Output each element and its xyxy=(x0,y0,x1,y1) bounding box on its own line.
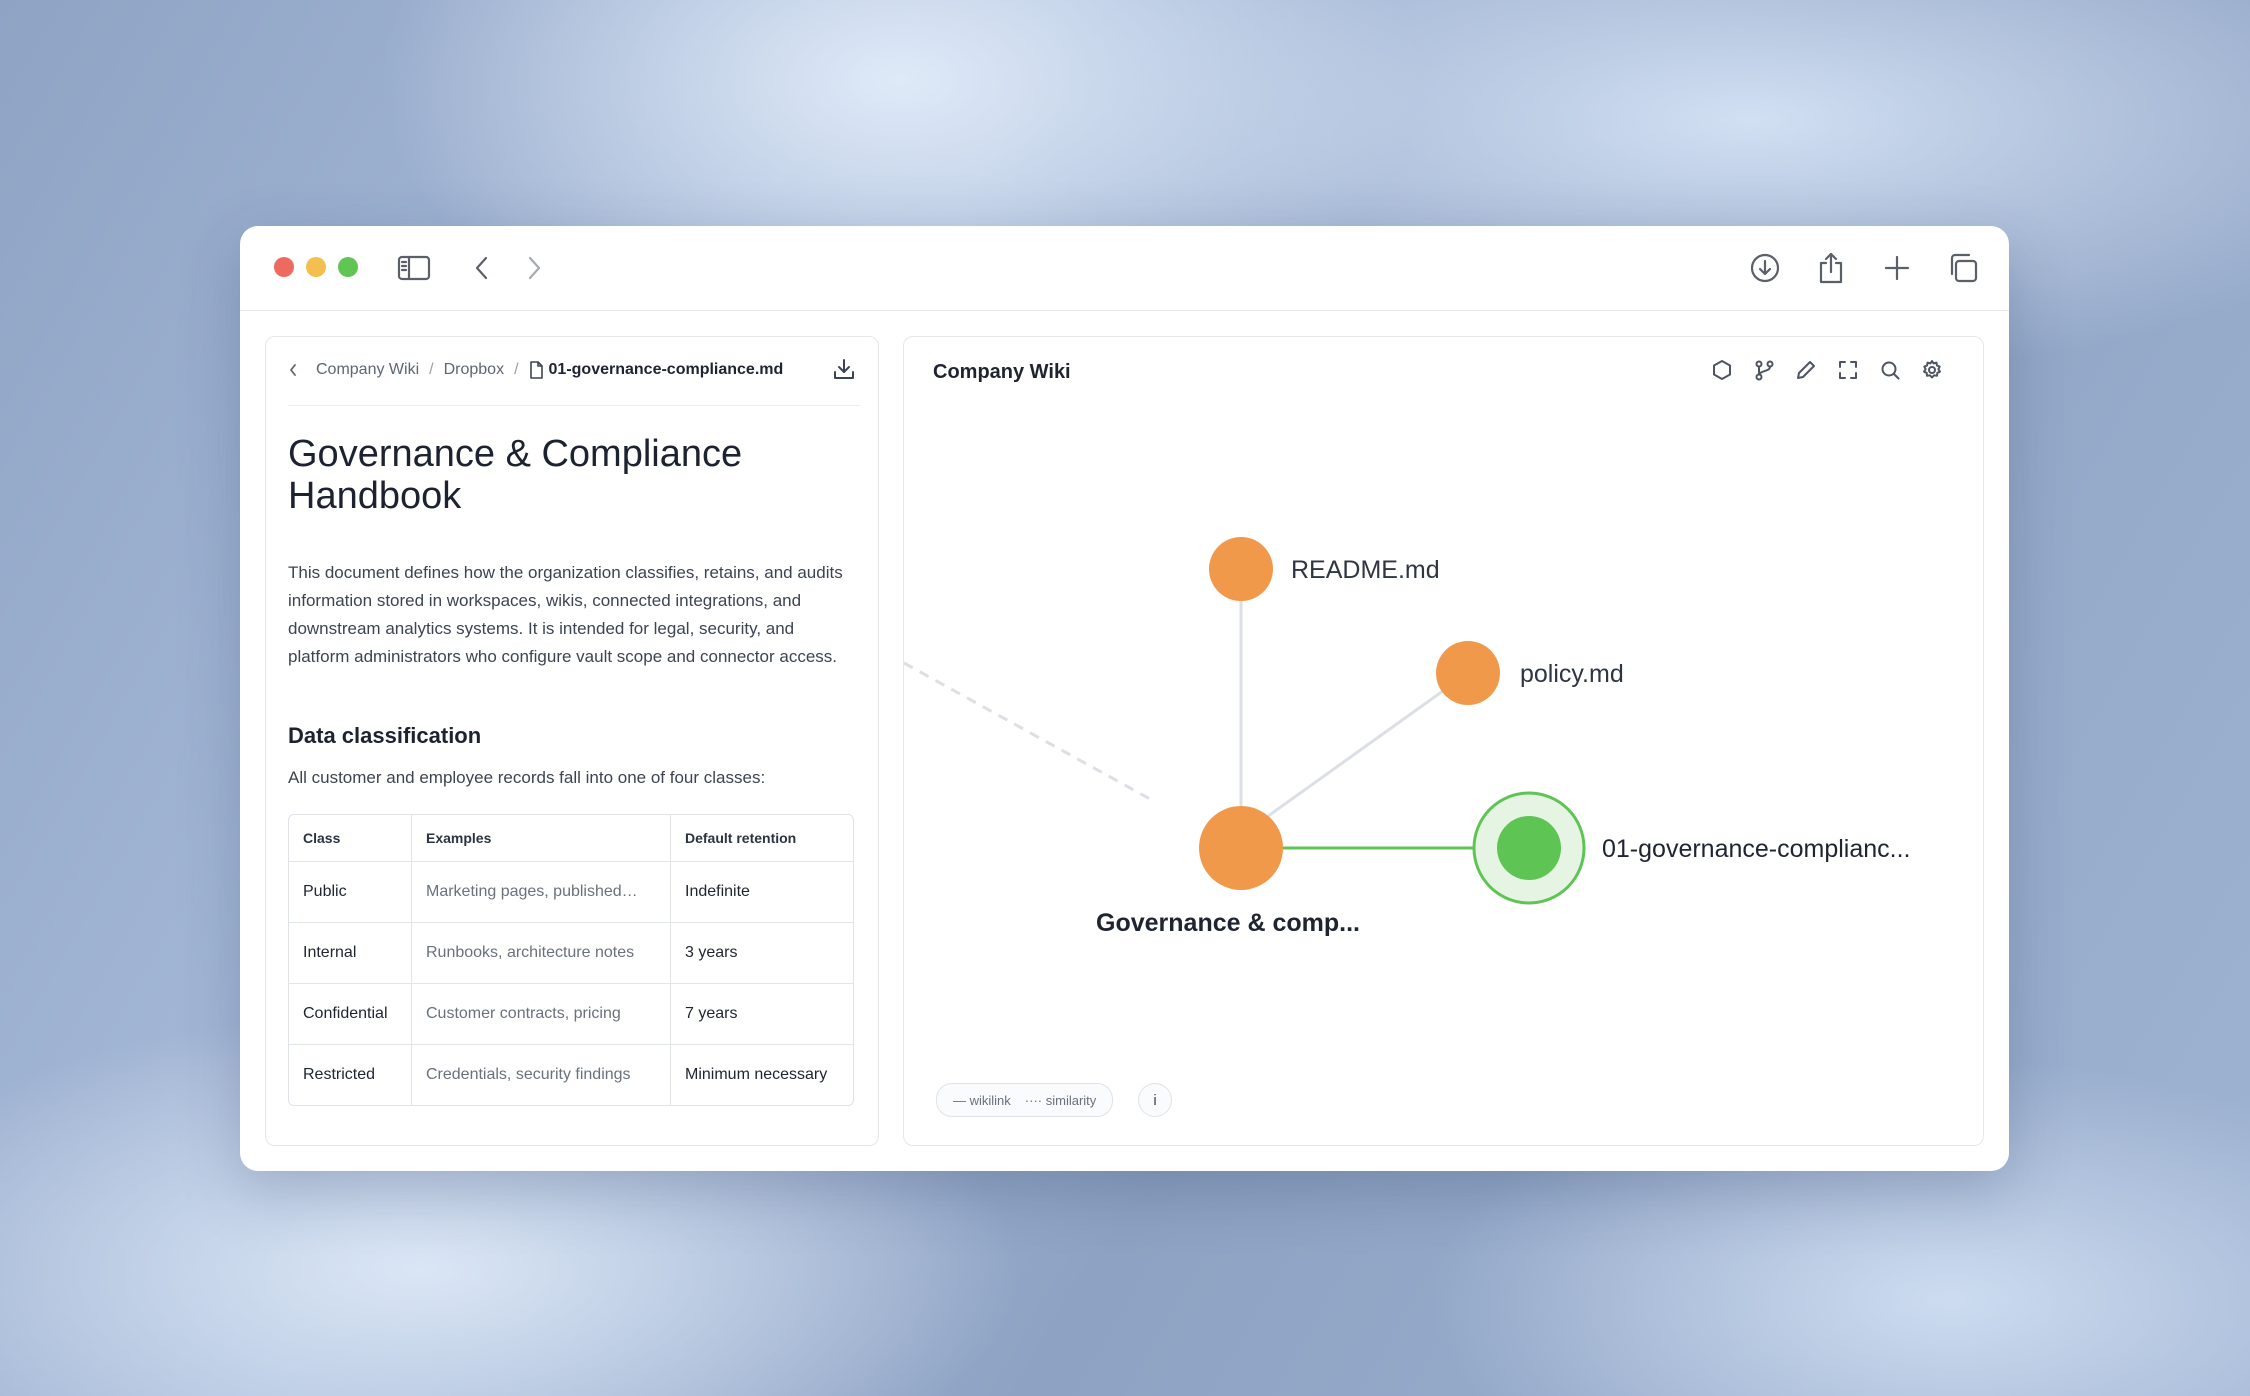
classification-table: Class Examples Default retention Public … xyxy=(288,814,854,1106)
table-cell-retention: 7 years xyxy=(671,984,853,1045)
back-icon[interactable] xyxy=(462,248,502,288)
section-heading: Data classification xyxy=(288,723,482,748)
minimize-window-button[interactable] xyxy=(306,257,326,277)
graph-node-current[interactable] xyxy=(1497,816,1561,880)
table-cell-examples: Customer contracts, pricing xyxy=(412,984,671,1045)
graph-title: Company Wiki xyxy=(933,361,1071,383)
table-cell-class: Internal xyxy=(289,923,412,984)
breadcrumb-separator: / xyxy=(429,361,434,378)
graph-canvas[interactable]: README.md policy.md Governance & comp...… xyxy=(904,337,1984,1146)
similarity-edge xyxy=(904,661,1151,801)
table-header-cell: Examples xyxy=(412,815,671,862)
table-header-row: Class Examples Default retention xyxy=(289,815,853,862)
info-button[interactable]: i xyxy=(1138,1083,1172,1117)
branch-icon[interactable] xyxy=(1749,355,1779,385)
pencil-icon[interactable] xyxy=(1791,355,1821,385)
expand-icon[interactable] xyxy=(1833,355,1863,385)
sidebar-toggle-icon[interactable] xyxy=(394,248,434,288)
breadcrumb-separator: / xyxy=(514,361,519,378)
tab-overview-icon[interactable] xyxy=(1943,248,1983,288)
graph-panel: README.md policy.md Governance & comp...… xyxy=(903,336,1984,1146)
table-row: Confidential Customer contracts, pricing… xyxy=(289,984,853,1045)
table-row: Public Marketing pages, published… Indef… xyxy=(289,862,853,923)
browser-window: Company Wiki / Dropbox / 01-governance-c… xyxy=(240,226,2009,1171)
table-cell-retention: 3 years xyxy=(671,923,853,984)
section-text: All customer and employee records fall i… xyxy=(288,768,766,787)
table-cell-retention: Indefinite xyxy=(671,862,853,923)
window-toolbar xyxy=(240,226,2009,311)
gear-icon[interactable] xyxy=(1917,355,1947,385)
document-title: Governance & Compliance Handbook xyxy=(288,433,743,517)
share-icon[interactable] xyxy=(1811,248,1851,288)
hexagon-icon[interactable] xyxy=(1707,355,1737,385)
table-header-cell: Class xyxy=(289,815,412,862)
table-row: Internal Runbooks, architecture notes 3 … xyxy=(289,923,853,984)
graph-node-policy[interactable] xyxy=(1436,641,1500,705)
breadcrumb-root-link[interactable]: Company Wiki xyxy=(316,361,419,379)
graph-node-label: 01-governance-complianc... xyxy=(1602,835,1911,863)
breadcrumb-back-icon[interactable] xyxy=(288,363,300,377)
table-cell-examples: Credentials, security findings xyxy=(412,1045,671,1105)
graph-legend: — wikilink ···· similarity xyxy=(936,1083,1114,1117)
table-cell-examples: Runbooks, architecture notes xyxy=(412,923,671,984)
table-cell-class: Restricted xyxy=(289,1045,412,1105)
breadcrumb-current-file: 01-governance-compliance.md xyxy=(548,361,784,378)
table-header-cell: Default retention xyxy=(671,815,853,862)
graph-node-governance[interactable] xyxy=(1199,806,1283,890)
document-panel: Company Wiki / Dropbox / 01-governance-c… xyxy=(265,336,879,1146)
table-row: Restricted Credentials, security finding… xyxy=(289,1045,853,1105)
graph-toolbar xyxy=(1707,355,1947,385)
wikilink-edge xyxy=(1263,671,1469,821)
graph-node-label: Governance & comp... xyxy=(1096,909,1360,937)
table-cell-retention: Minimum necessary xyxy=(685,1066,828,1083)
table-cell-examples: Marketing pages, published… xyxy=(412,862,671,923)
table-cell-class: Public xyxy=(289,862,412,923)
graph-node-readme[interactable] xyxy=(1209,537,1273,601)
legend-wikilink: — wikilink xyxy=(953,1092,1011,1108)
close-window-button[interactable] xyxy=(274,257,294,277)
breadcrumb: Company Wiki / Dropbox / 01-governance-c… xyxy=(288,357,860,406)
graph-node-label: policy.md xyxy=(1520,660,1624,688)
zoom-window-button[interactable] xyxy=(338,257,358,277)
search-icon[interactable] xyxy=(1875,355,1905,385)
table-cell-class: Confidential xyxy=(289,984,412,1045)
forward-icon[interactable] xyxy=(514,248,554,288)
document-intro: This document defines how the organizati… xyxy=(288,563,843,666)
legend-similarity: ···· similarity xyxy=(1024,1092,1097,1108)
download-icon[interactable] xyxy=(1745,248,1785,288)
graph-node-label: README.md xyxy=(1291,556,1440,584)
download-file-icon[interactable] xyxy=(832,357,856,386)
breadcrumb-folder-link[interactable]: Dropbox xyxy=(444,361,504,379)
new-tab-plus-icon[interactable] xyxy=(1877,248,1917,288)
file-icon xyxy=(529,361,543,379)
